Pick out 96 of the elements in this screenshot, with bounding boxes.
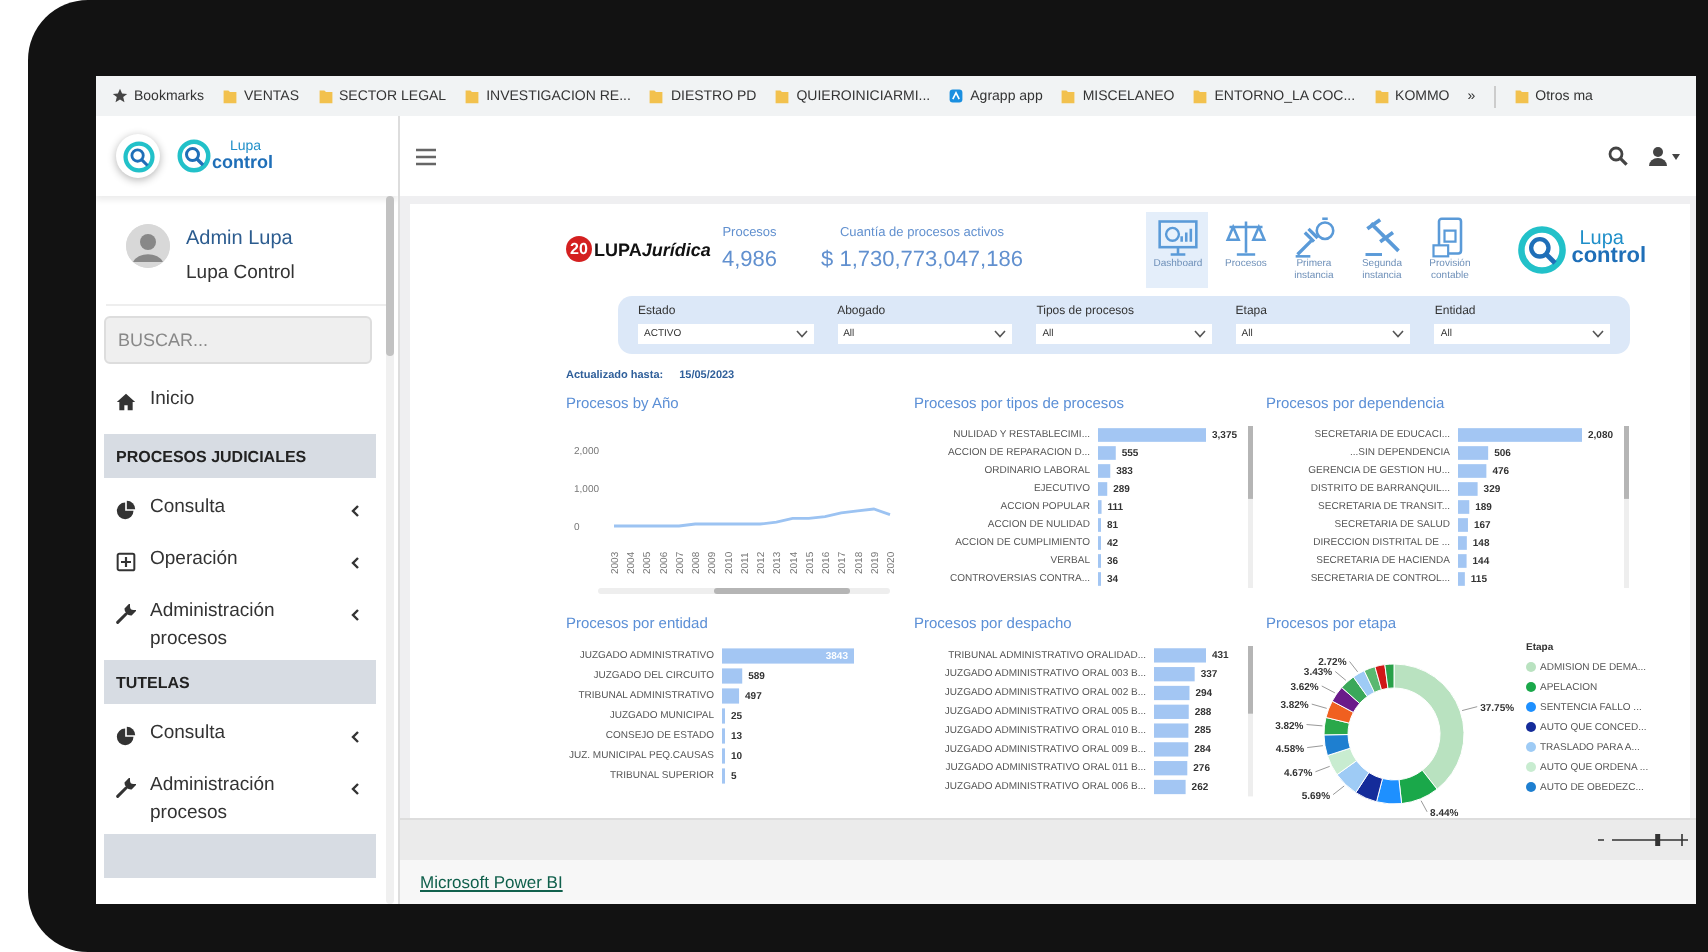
bar (1098, 445, 1116, 459)
bar (722, 687, 740, 703)
section-header: PROCESOS JUDICIALES (104, 434, 376, 478)
menu-item[interactable]: Consulta (96, 484, 384, 536)
menu-item[interactable]: Administración procesos (96, 762, 384, 828)
kpi-value: $ 1,730,773,047,186 (821, 248, 1023, 273)
bar (1458, 427, 1582, 441)
leader-line (1332, 784, 1345, 795)
folder-icon (317, 88, 334, 104)
bar (1098, 463, 1111, 477)
brand-wordmark: LUPAJurídica (594, 239, 711, 260)
scrollbar[interactable] (1624, 425, 1629, 587)
star-icon (112, 88, 128, 104)
donut-slice (1325, 699, 1354, 723)
menu-icon (416, 147, 436, 165)
leader-line (1321, 684, 1336, 693)
scrollbar[interactable] (1248, 645, 1253, 796)
power-bi-link[interactable]: Microsoft Power BI (420, 872, 563, 892)
bar (1458, 553, 1467, 567)
bar (1154, 741, 1189, 756)
pie-chart-icon (116, 726, 136, 746)
section-header: TUTELAS (104, 660, 376, 704)
chevron-down-icon (1591, 329, 1604, 337)
menu-item[interactable]: Operación (96, 536, 384, 588)
kpi-value: 4,986 (722, 248, 778, 273)
search-button[interactable] (1608, 146, 1628, 166)
chevron-down-icon (1193, 329, 1206, 337)
leader-line (1311, 702, 1328, 708)
bar (1458, 571, 1465, 585)
bar (1458, 445, 1489, 459)
user-icon (1648, 146, 1668, 166)
bar (722, 647, 854, 663)
leader-line (1314, 764, 1331, 772)
bar (1154, 760, 1188, 775)
scrollbar[interactable] (1248, 425, 1253, 587)
avatar (126, 224, 170, 268)
home-icon (116, 392, 136, 412)
scrollbar[interactable] (598, 587, 890, 593)
donut-slice (1323, 733, 1351, 756)
bar (1154, 647, 1206, 662)
bar (722, 667, 743, 683)
folder-icon (774, 88, 791, 104)
leader-line (1306, 744, 1324, 748)
gavel-money-bag-icon (1291, 216, 1336, 260)
wrench-icon (116, 778, 136, 798)
folder-icon (1192, 88, 1209, 104)
folder-icon (464, 88, 481, 104)
anniversary-badge: 20 (566, 236, 592, 263)
monitor-chart-icon (1155, 216, 1200, 260)
folder-icon (1373, 88, 1390, 104)
donut-slice (1326, 746, 1358, 775)
leader-line (1461, 705, 1478, 711)
donut-slice (1341, 675, 1368, 703)
bar (1458, 499, 1470, 513)
caret-icon (1672, 153, 1680, 159)
bar (1458, 535, 1467, 549)
bar (1154, 666, 1195, 681)
chevron-down-icon (795, 329, 808, 337)
scale-icon (1223, 216, 1268, 260)
folder-icon (1513, 88, 1530, 104)
bar (1154, 703, 1189, 718)
menu-item[interactable]: Consulta (96, 710, 384, 762)
bar (1098, 427, 1206, 441)
search-icon (1608, 146, 1628, 166)
bar (1458, 481, 1478, 495)
app-icon (948, 88, 965, 104)
slider-thumb[interactable] (1655, 834, 1661, 846)
leader-line (1420, 799, 1428, 812)
magnifier-ring-logo-icon (176, 138, 212, 174)
plus-box-icon (116, 552, 136, 572)
folder-icon (222, 88, 239, 104)
bar (1458, 517, 1468, 531)
wrench-icon (116, 604, 136, 624)
bar (1154, 722, 1189, 737)
folder-icon (648, 88, 665, 104)
chevron-down-icon (994, 329, 1007, 337)
folder-icon (1060, 88, 1077, 104)
search-field[interactable]: BUSCAR... (104, 316, 372, 364)
user-menu-button[interactable] (1648, 146, 1680, 166)
menu-button[interactable] (416, 147, 436, 165)
chevron-down-icon (1392, 329, 1405, 337)
bar (1154, 684, 1190, 700)
zoom-slider[interactable] (1596, 832, 1692, 848)
pie-chart-icon (116, 500, 136, 520)
user-role: Lupa Control (186, 262, 295, 284)
magnifier-ring-logo-icon (1515, 223, 1568, 276)
donut-slice (1336, 759, 1370, 793)
user-name[interactable]: Admin Lupa (186, 228, 295, 250)
leader-line (1306, 723, 1323, 726)
bar (1098, 481, 1108, 495)
logo-wordmark: Lupa control (1571, 230, 1646, 269)
bar (1458, 463, 1487, 477)
donut-slice (1355, 771, 1383, 802)
menu-item[interactable]: Administración procesos (96, 588, 384, 654)
menu-item[interactable]: Inicio (96, 376, 384, 428)
bar (1154, 778, 1186, 794)
